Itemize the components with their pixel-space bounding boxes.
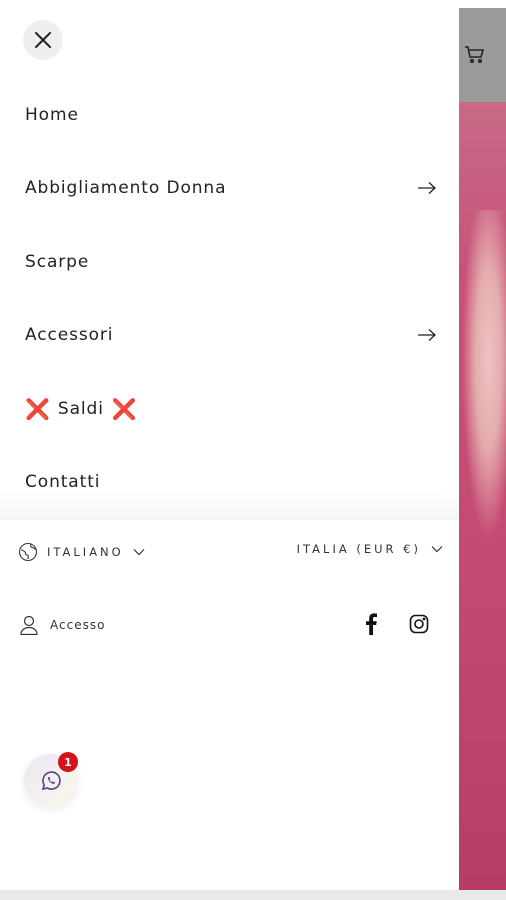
menu-item-saldi[interactable]: ❌ Saldi ❌ [0, 372, 459, 446]
main-menu: Home Abbigliamento Donna Scarpe Accessor… [0, 78, 459, 519]
menu-item-abbigliamento-donna[interactable]: Abbigliamento Donna [0, 152, 459, 226]
arrow-right-icon [418, 182, 436, 195]
menu-item-scarpe[interactable]: Scarpe [0, 225, 459, 299]
menu-item-label: Scarpe [25, 251, 90, 272]
chevron-down-icon [431, 546, 443, 553]
notification-badge: 1 [58, 752, 78, 772]
account-link[interactable]: Accesso [20, 615, 105, 635]
account-label: Accesso [50, 618, 106, 632]
whatsapp-chat-button[interactable]: 1 [24, 752, 78, 808]
arrow-right-icon [418, 329, 436, 342]
close-icon [35, 32, 51, 48]
language-selector[interactable]: ITALIANO [18, 542, 145, 562]
cart-icon[interactable] [463, 42, 487, 66]
menu-item-accessori[interactable]: Accessori [0, 299, 459, 373]
menu-item-label: Home [25, 104, 79, 125]
menu-item-label: Saldi [57, 398, 104, 419]
language-label: ITALIANO [47, 545, 124, 559]
whatsapp-icon [41, 771, 61, 791]
menu-drawer: Home Abbigliamento Donna Scarpe Accessor… [0, 0, 459, 890]
menu-item-label: Accessori [25, 325, 114, 346]
cross-mark-icon: ❌ [25, 396, 50, 421]
background-bottom-bar [0, 890, 506, 900]
menu-item-label: Abbigliamento Donna [25, 178, 227, 199]
menu-item-home[interactable]: Home [0, 78, 459, 152]
menu-fade [0, 490, 459, 520]
user-icon [20, 615, 38, 635]
utility-bar: ITALIANO ITALIA (EUR €) Accesso 1 [0, 520, 459, 890]
instagram-icon[interactable] [409, 614, 429, 634]
background-header [459, 8, 506, 102]
chevron-down-icon [133, 549, 145, 556]
country-selector[interactable]: ITALIA (EUR €) [297, 542, 443, 556]
facebook-icon[interactable] [365, 613, 377, 635]
close-button[interactable] [23, 20, 63, 60]
social-links [365, 613, 429, 635]
background-hero-detail [462, 210, 506, 540]
globe-icon [18, 542, 38, 562]
country-label: ITALIA (EUR €) [296, 542, 421, 556]
cross-mark-icon: ❌ [111, 396, 137, 421]
